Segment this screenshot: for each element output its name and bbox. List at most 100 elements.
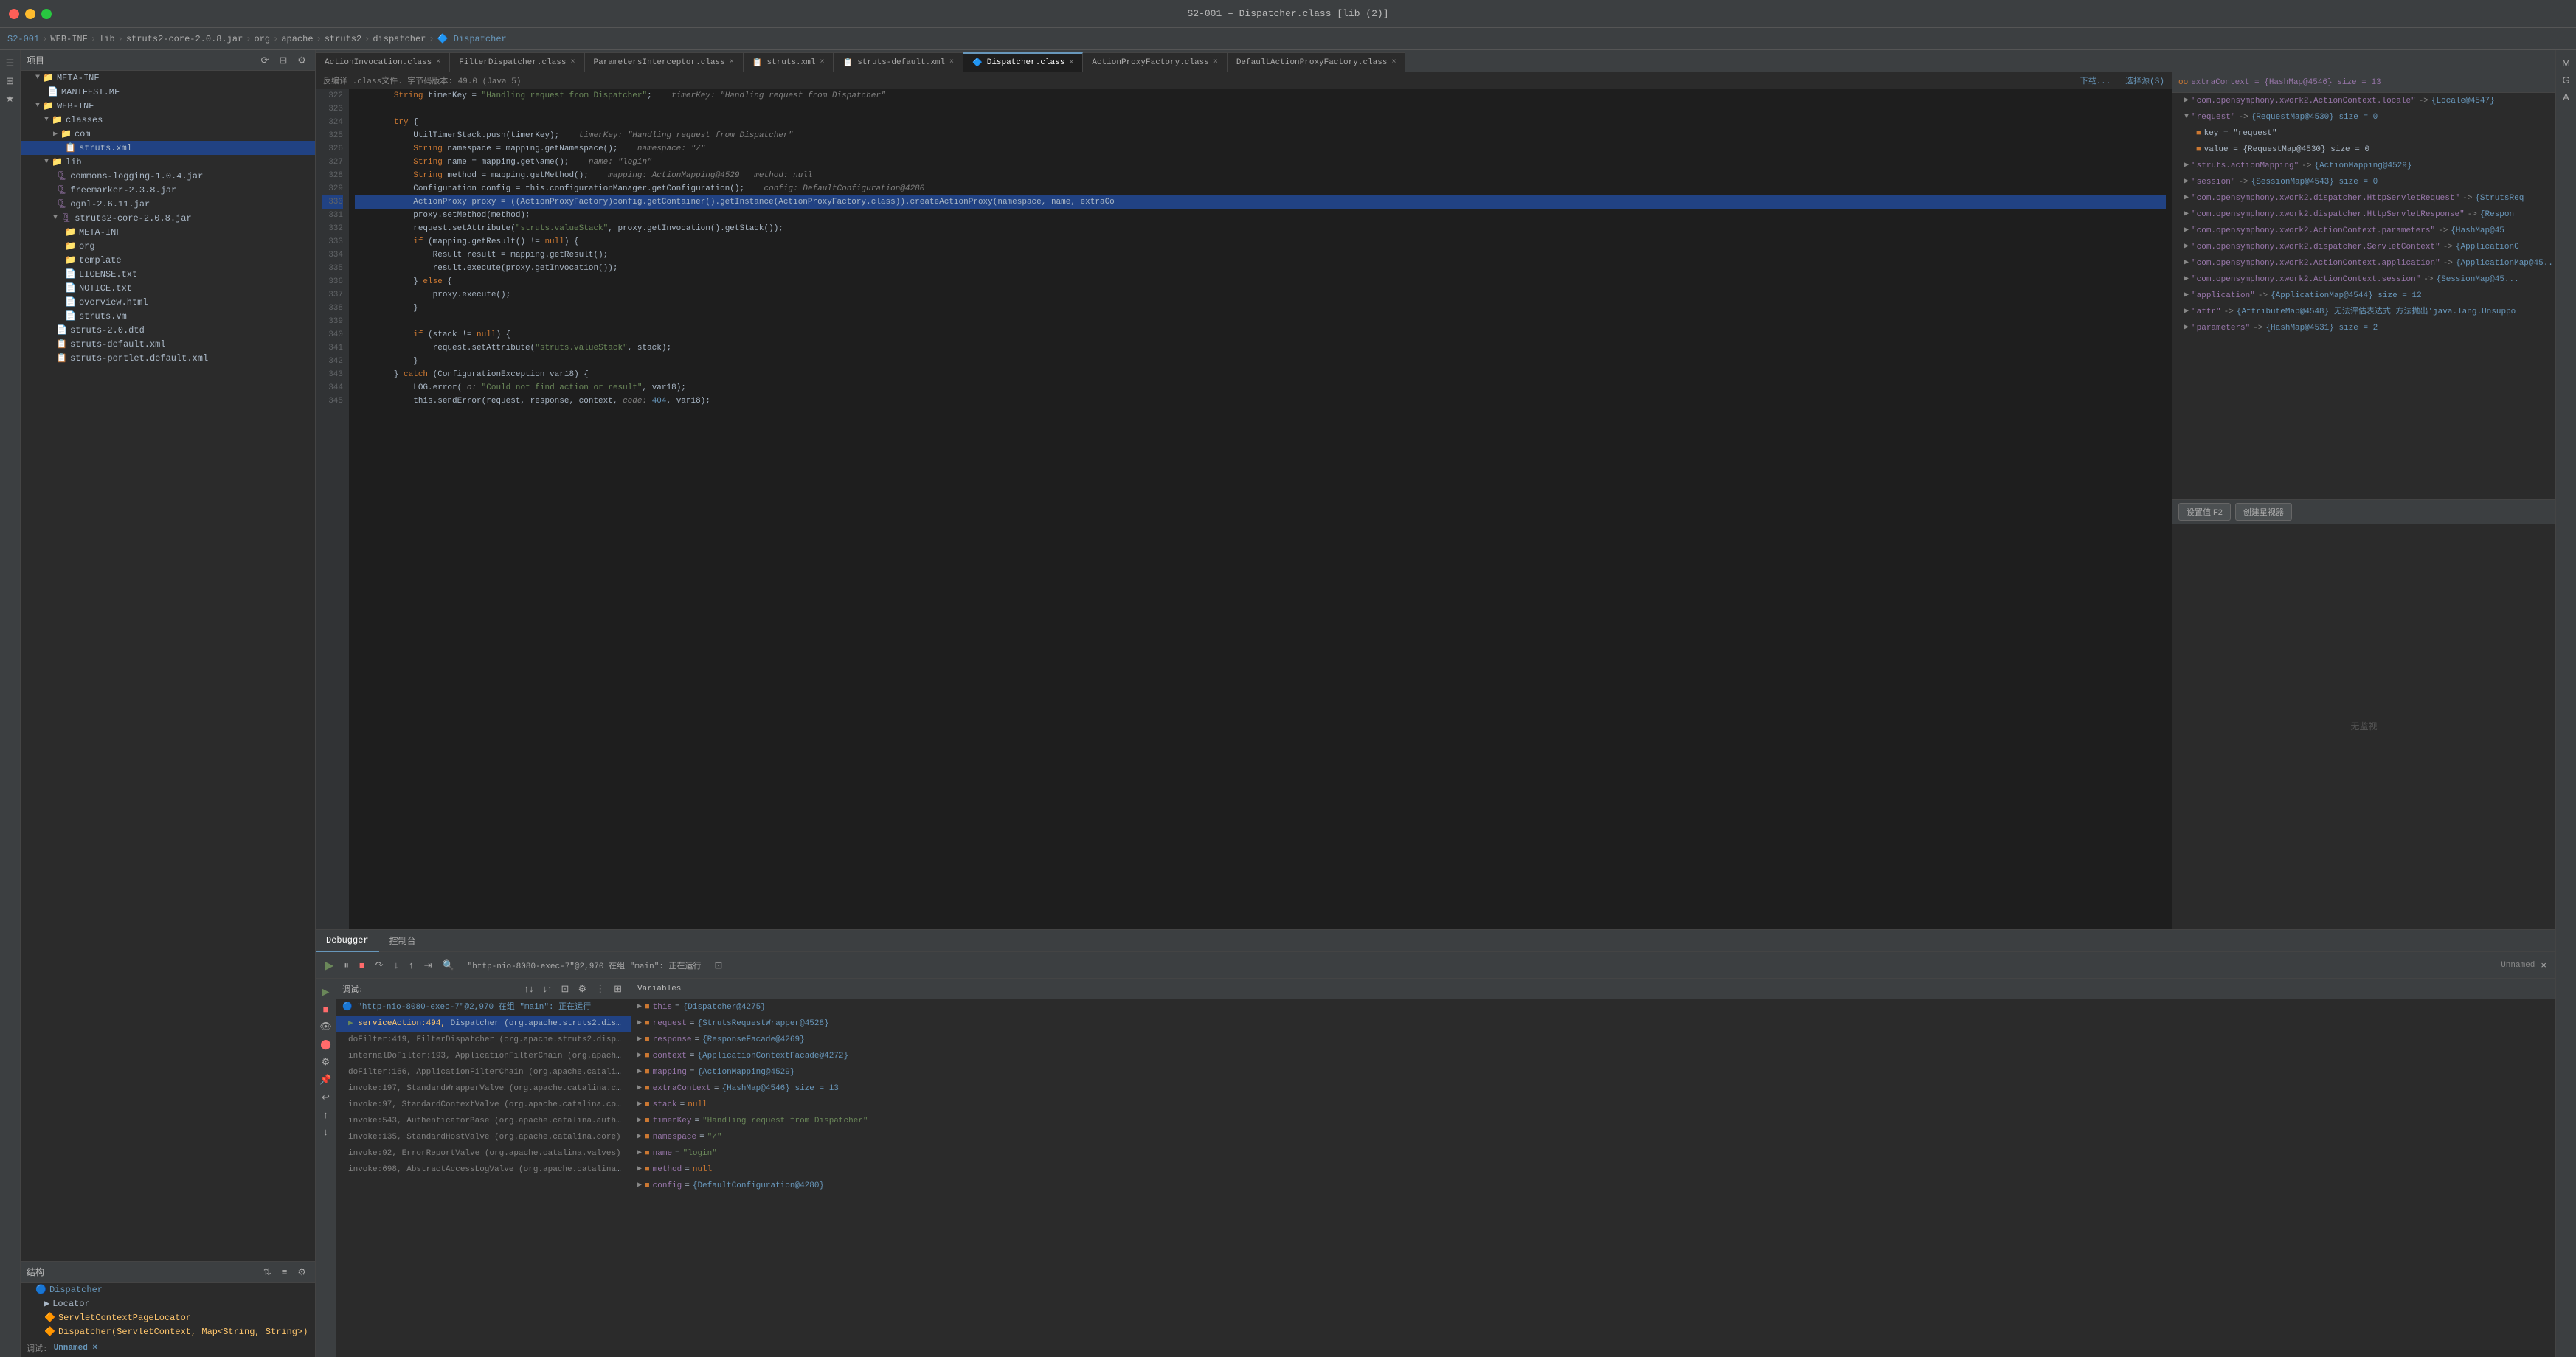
tree-item-strutsdtd[interactable]: 📄 struts-2.0.dtd [21, 323, 315, 337]
step-out-icon[interactable]: ↑ [406, 958, 417, 972]
tree-item-lib[interactable]: ▼ 📁 lib [21, 155, 315, 169]
stack-frame-2[interactable]: internalDoFilter:193, ApplicationFilterC… [336, 1048, 631, 1064]
debug-item-servletcontext[interactable]: ▶ "com.opensymphony.xwork2.dispatcher.Se… [2172, 239, 2555, 255]
debug-settings-btn[interactable]: ⚙ [319, 1055, 333, 1069]
debug-item-request-value[interactable]: ■ value = {RequestMap@4530} size = 0 [2172, 142, 2555, 158]
debug-item-params[interactable]: ▶ "com.opensymphony.xwork2.ActionContext… [2172, 223, 2555, 239]
struct-constructor[interactable]: 🔶 Dispatcher(ServletContext, Map<String,… [21, 1325, 315, 1339]
close-icon[interactable]: × [1391, 58, 1396, 66]
debug-restore-btn[interactable]: ↩ [319, 1090, 333, 1105]
stack-frame-8[interactable]: invoke:92, ErrorReportValve (org.apache.… [336, 1145, 631, 1162]
stack-frame-0[interactable]: ▶ serviceAction:494, Dispatcher (org.apa… [336, 1016, 631, 1032]
tab-strutsxml[interactable]: 📋 struts.xml × [744, 52, 834, 72]
stack-frame-4[interactable]: invoke:197, StandardWrapperValve (org.ap… [336, 1080, 631, 1097]
tab-parametersinterceptor[interactable]: ParametersInterceptor.class × [585, 52, 744, 72]
close-button[interactable] [9, 9, 19, 19]
tree-item-strutsvm[interactable]: 📄 struts.vm [21, 309, 315, 323]
tree-item-struts2core[interactable]: ▼ 🗜 struts2-core-2.0.8.jar [21, 211, 315, 225]
tree-item-template[interactable]: 📁 template [21, 253, 315, 267]
filter2-icon[interactable]: ⊡ [558, 982, 572, 996]
close-icon[interactable]: × [436, 58, 440, 66]
tab-debugger[interactable]: Debugger [316, 930, 379, 952]
debug-pin-btn[interactable]: 📌 [316, 1072, 334, 1087]
collapse-icon[interactable]: ⊟ [276, 53, 290, 68]
tab-actioninvocation[interactable]: ActionInvocation.class × [316, 52, 450, 72]
breadcrumb-item-webinf[interactable]: WEB-INF [50, 34, 87, 44]
stack-frame-5[interactable]: invoke:97, StandardContextValve (org.apa… [336, 1097, 631, 1113]
sync-icon[interactable]: ⟳ [258, 53, 272, 68]
stack-frame-9[interactable]: invoke:698, AbstractAccessLogValve (org.… [336, 1162, 631, 1178]
window-controls[interactable] [9, 9, 52, 19]
close-icon[interactable]: × [730, 58, 734, 66]
sort-icon[interactable]: ⇅ [260, 1265, 274, 1280]
expand2-icon[interactable]: ⊞ [611, 982, 625, 996]
filter-icon[interactable]: ≡ [279, 1265, 291, 1280]
debug-breakpoint-btn[interactable]: ⬤ [317, 1037, 334, 1052]
step-over-icon[interactable]: ↷ [373, 958, 387, 973]
var-name[interactable]: ▶ ■ name = "login" [631, 1145, 2555, 1162]
tree-item-classes[interactable]: ▼ 📁 classes [21, 113, 315, 127]
sort-desc-icon[interactable]: ↓↑ [540, 982, 555, 996]
tab-defaultactionproxy[interactable]: DefaultActionProxyFactory.class × [1228, 52, 1406, 72]
run-to-cursor-icon[interactable]: ⇥ [421, 958, 435, 973]
var-config[interactable]: ▶ ■ config = {DefaultConfiguration@4280} [631, 1178, 2555, 1194]
breadcrumb-item-jar[interactable]: struts2-core-2.0.8.jar [126, 34, 243, 44]
var-mapping[interactable]: ▶ ■ mapping = {ActionMapping@4529} [631, 1064, 2555, 1080]
thread-item[interactable]: 🔵 "http-nio-8080-exec-7"@2,970 在组 "main"… [336, 999, 631, 1016]
project-icon[interactable]: ☰ [3, 56, 18, 71]
gear-icon[interactable]: ⚙ [294, 53, 309, 68]
tab-console[interactable]: 控制台 [379, 930, 426, 952]
debug-item-session[interactable]: ▶ "session" -> {SessionMap@4543} size = … [2172, 174, 2555, 190]
maven-icon[interactable]: M [2559, 56, 2573, 70]
sort-asc-icon[interactable]: ↑↓ [522, 982, 537, 996]
gradle-icon[interactable]: G [2559, 73, 2572, 87]
info-bar-right[interactable]: 下载... 选择源(S) [2080, 74, 2164, 86]
tree-item-notice[interactable]: 📄 NOTICE.txt [21, 281, 315, 295]
stack-frame-3[interactable]: doFilter:166, ApplicationFilterChain (or… [336, 1064, 631, 1080]
tab-filterdispatcher[interactable]: FilterDispatcher.class × [450, 52, 584, 72]
step-into-icon[interactable]: ↓ [391, 958, 402, 972]
favorites-icon[interactable]: ★ [3, 91, 18, 106]
debug-view-btn[interactable]: 👁 [316, 1019, 335, 1034]
breadcrumb-item-dispatcher[interactable]: 🔷 Dispatcher [437, 33, 507, 44]
debug-item-actionsession[interactable]: ▶ "com.opensymphony.xwork2.ActionContext… [2172, 271, 2555, 288]
tree-item-overview[interactable]: 📄 overview.html [21, 295, 315, 309]
debug-up-btn[interactable]: ↑ [320, 1108, 331, 1122]
breadcrumb-item-struts2[interactable]: struts2 [325, 34, 361, 44]
var-timerkey[interactable]: ▶ ■ timerKey = "Handling request from Di… [631, 1113, 2555, 1129]
var-this[interactable]: ▶ ■ this = {Dispatcher@4275} [631, 999, 2555, 1016]
tree-item-strutsxml[interactable]: 📋 struts.xml [21, 141, 315, 155]
stack-frame-7[interactable]: invoke:135, StandardHostValve (org.apach… [336, 1129, 631, 1145]
debug-item-actionmapping[interactable]: ▶ "struts.actionMapping" -> {ActionMappi… [2172, 158, 2555, 174]
breadcrumb-item-org[interactable]: org [255, 34, 271, 44]
tree-item-webinf[interactable]: ▼ 📁 WEB-INF [21, 99, 315, 113]
debug-item-attr[interactable]: ▶ "attr" -> {AttributeMap@4548} 无法评估表达式 … [2172, 304, 2555, 320]
var-context[interactable]: ▶ ■ context = {ApplicationContextFacade@… [631, 1048, 2555, 1064]
tab-dispatcher[interactable]: 🔷 Dispatcher.class × [963, 52, 1083, 72]
ant-icon[interactable]: A [2560, 90, 2572, 104]
settings-icon[interactable]: ⚙ [294, 1265, 309, 1280]
close-icon[interactable]: × [820, 58, 824, 66]
stack-frame-6[interactable]: invoke:543, AuthenticatorBase (org.apach… [336, 1113, 631, 1129]
tree-item-freemarker[interactable]: 🗜 freemarker-2.3.8.jar [21, 183, 315, 197]
pause-icon[interactable]: ⏸ [341, 958, 352, 973]
unnamed-label[interactable]: Unnamed × [54, 1344, 97, 1353]
tree-item-metainf2[interactable]: 📁 META-INF [21, 225, 315, 239]
tree-item-ognl[interactable]: 🗜 ognl-2.6.11.jar [21, 197, 315, 211]
evaluate-icon[interactable]: 🔍 [439, 958, 457, 973]
tab-actionproxyfactory[interactable]: ActionProxyFactory.class × [1083, 52, 1227, 72]
debug-item-locale[interactable]: ▶ "com.opensymphony.xwork2.ActionContext… [2172, 93, 2555, 109]
breadcrumb-item-dispatcher-pkg[interactable]: dispatcher [373, 34, 426, 44]
minimize-button[interactable] [25, 9, 35, 19]
tree-item-commons[interactable]: 🗜 commons-logging-1.0.4.jar [21, 169, 315, 183]
stack-frame-1[interactable]: doFilter:419, FilterDispatcher (org.apac… [336, 1032, 631, 1048]
tree-item-license[interactable]: 📄 LICENSE.txt [21, 267, 315, 281]
create-watch-button[interactable]: 创建星视器 [2235, 503, 2292, 521]
struct-servletcontext[interactable]: 🔶 ServletContextPageLocator [21, 1311, 315, 1325]
breadcrumb-item-s2[interactable]: S2-001 [7, 34, 39, 44]
struct-locator[interactable]: ▶ Locator [21, 1297, 315, 1311]
stop-icon[interactable]: ■ [356, 958, 368, 972]
resume-icon[interactable]: ▶ [322, 957, 336, 974]
close-icon[interactable]: × [949, 58, 954, 66]
var-extracontext[interactable]: ▶ ■ extraContext = {HashMap@4546} size =… [631, 1080, 2555, 1097]
